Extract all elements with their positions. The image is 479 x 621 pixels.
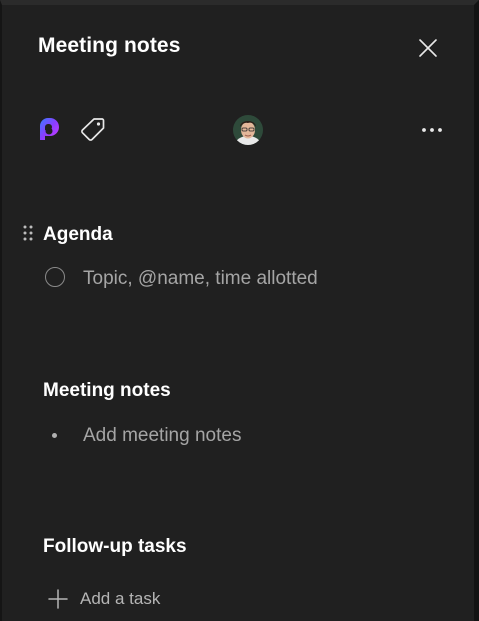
agenda-item-input[interactable]: Topic, @name, time allotted: [83, 268, 318, 290]
more-horizontal-icon: [422, 128, 442, 132]
agenda-heading: Agenda: [43, 224, 113, 245]
meeting-notes-heading: Meeting notes: [43, 380, 171, 401]
agenda-task-checkbox[interactable]: [45, 267, 65, 287]
close-button[interactable]: [416, 36, 440, 60]
panel-title: Meeting notes: [38, 34, 181, 57]
user-avatar[interactable]: [233, 115, 263, 145]
more-options-button[interactable]: [418, 120, 446, 140]
bullet-point-icon: [52, 433, 57, 438]
add-task-button[interactable]: Add a task: [46, 587, 160, 611]
add-task-label: Add a task: [80, 589, 161, 608]
drag-handle-icon[interactable]: [22, 224, 34, 242]
follow-up-tasks-heading: Follow-up tasks: [43, 536, 187, 557]
tag-button[interactable]: [79, 115, 107, 143]
tag-icon: [81, 118, 105, 141]
loop-app-button[interactable]: [36, 116, 64, 144]
avatar-image: [233, 115, 263, 145]
meeting-notes-panel: Meeting notes Agenda Topic, @name, time …: [0, 0, 479, 621]
meeting-notes-input[interactable]: Add meeting notes: [83, 425, 241, 447]
close-icon: [419, 39, 437, 57]
loop-app-icon: [40, 118, 59, 140]
plus-icon: [48, 589, 68, 609]
